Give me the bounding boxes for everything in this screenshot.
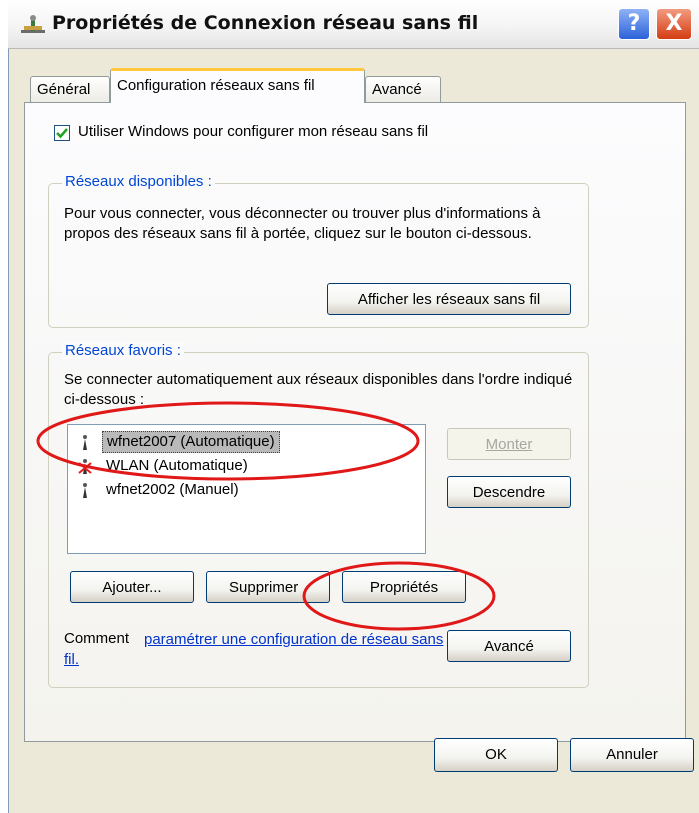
- move-down-button[interactable]: Descendre: [447, 476, 571, 508]
- antenna-icon: [83, 483, 87, 498]
- move-up-button[interactable]: Monter: [447, 428, 571, 460]
- tab-advanced[interactable]: Avancé: [365, 76, 441, 102]
- advanced-button[interactable]: Avancé: [447, 630, 571, 662]
- favorite-networks-text: Se connecter automatiquement aux réseaux…: [64, 371, 573, 408]
- list-item-label: WLAN (Automatique): [106, 457, 248, 474]
- window-title: Propriétés de Connexion réseau sans fil: [52, 12, 479, 34]
- wireless-setup-help-link[interactable]: paramétrer une configuration de réseau s…: [64, 630, 444, 670]
- list-item-label: wfnet2007 (Automatique): [102, 431, 280, 453]
- list-item-label: wfnet2002 (Manuel): [106, 481, 239, 498]
- add-button[interactable]: Ajouter...: [70, 571, 194, 603]
- antenna-icon: [83, 435, 87, 450]
- use-windows-checkbox[interactable]: [54, 125, 70, 141]
- checkmark-icon: [56, 128, 68, 139]
- tab-wireless-config[interactable]: Configuration réseaux sans fil: [110, 68, 365, 103]
- remove-button[interactable]: Supprimer: [206, 571, 330, 603]
- show-wireless-networks-button[interactable]: Afficher les réseaux sans fil: [327, 283, 571, 315]
- cancel-button[interactable]: Annuler: [570, 738, 694, 772]
- available-networks-text: Pour vous connecter, vous déconnecter ou…: [64, 205, 541, 242]
- help-button[interactable]: ?: [618, 8, 650, 40]
- available-networks-legend: Réseaux disponibles :: [62, 173, 215, 190]
- properties-button[interactable]: Propriétés: [342, 571, 466, 603]
- ok-button[interactable]: OK: [434, 738, 558, 772]
- network-connection-icon: [21, 15, 45, 33]
- title-bar[interactable]: Propriétés de Connexion réseau sans fil: [8, 0, 699, 49]
- antenna-unavailable-icon: [78, 459, 92, 474]
- favorite-networks-list[interactable]: wfnet2007 (Automatique) WLAN (Automatiqu…: [67, 424, 426, 554]
- close-button[interactable]: X: [656, 8, 692, 40]
- favorite-networks-legend: Réseaux favoris :: [62, 342, 184, 359]
- use-windows-label[interactable]: Utiliser Windows pour configurer mon rés…: [78, 123, 428, 140]
- tab-general[interactable]: Général: [30, 76, 110, 102]
